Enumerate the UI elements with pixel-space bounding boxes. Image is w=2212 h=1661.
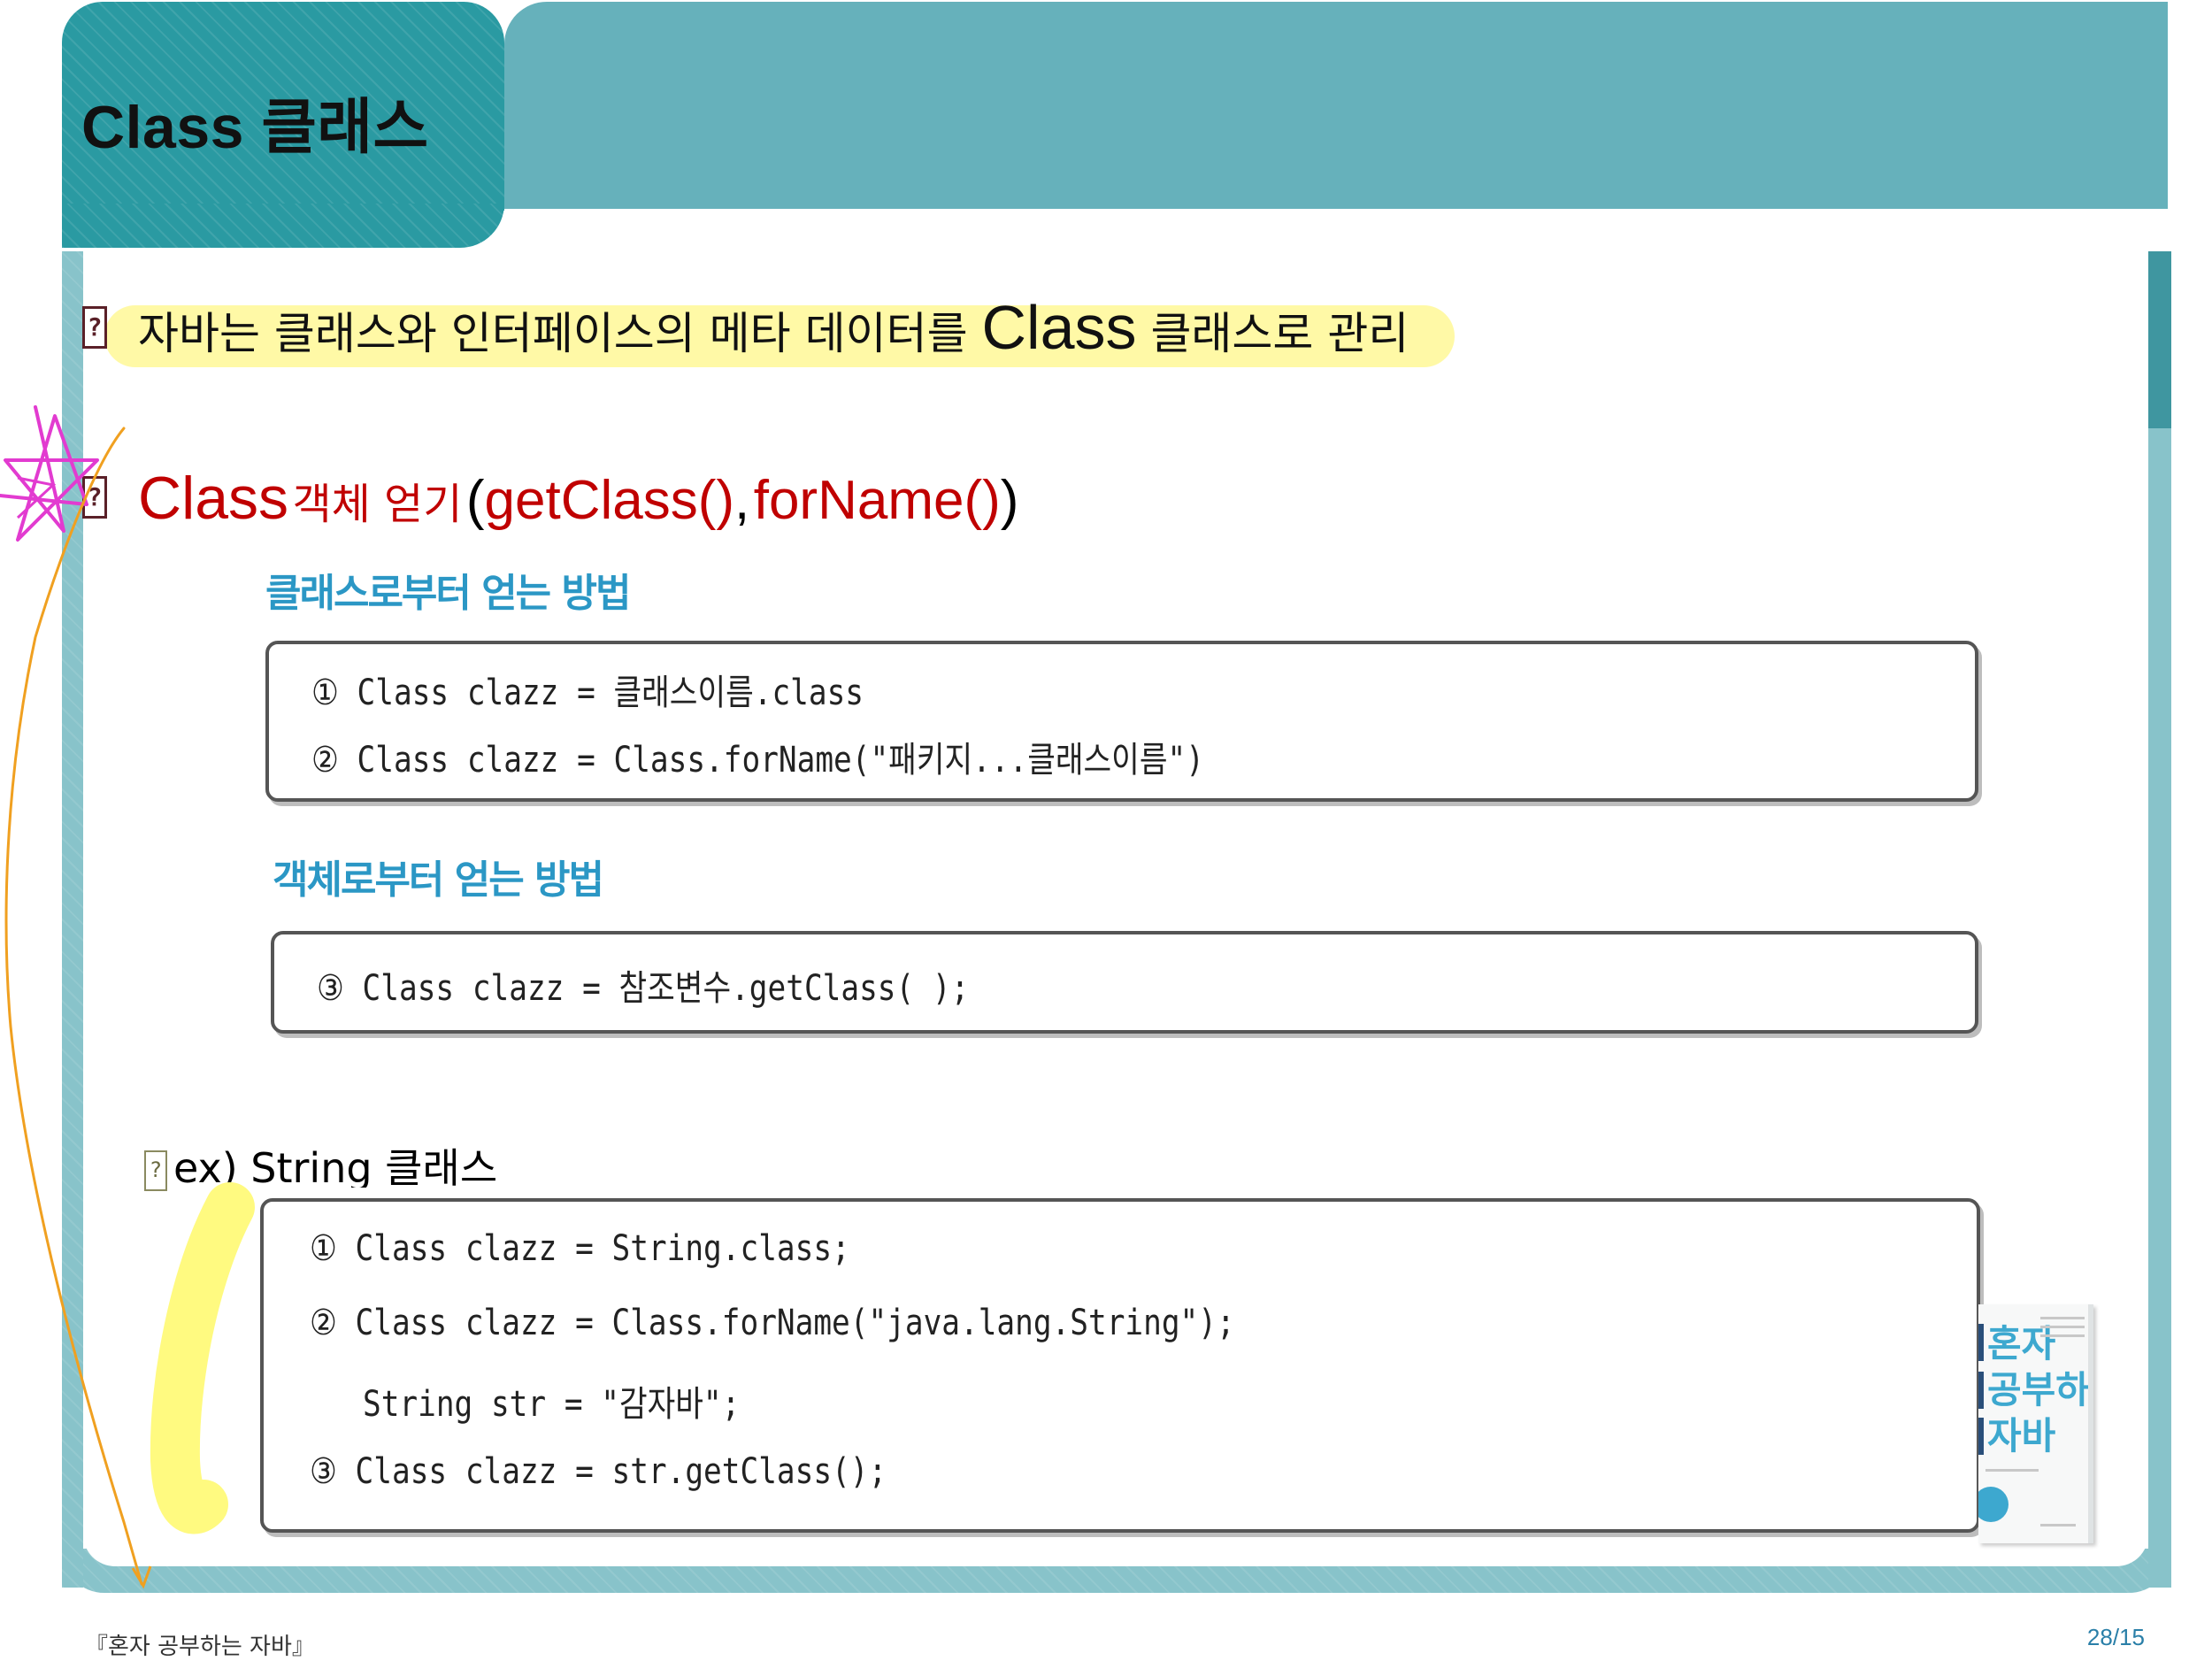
code-text: Class clazz = String.class;	[355, 1228, 850, 1269]
cover-title-line: 공부하는	[1987, 1368, 2090, 1411]
book-cover-thumbnail: 혼자 공부하는 자바	[1978, 1304, 2093, 1543]
example-label: ex) String 클래스	[173, 1144, 498, 1188]
frame-left	[62, 251, 83, 1588]
code-box-from-class: ① Class clazz = 클래스이름.class ② Class claz…	[265, 641, 1978, 802]
code-text: Class clazz = 클래스이름.class	[357, 673, 864, 713]
cover-bar	[1978, 1324, 1984, 1361]
line-number-badge: ③	[317, 968, 344, 1009]
comma: ,	[734, 470, 750, 531]
cover-fine-print	[2040, 1334, 2085, 1337]
code-line: ① Class clazz = String.class;	[310, 1228, 850, 1269]
method-getclass: getClass()	[484, 470, 735, 531]
cover-fine-print	[1985, 1469, 2039, 1472]
pink-star-tail	[16, 476, 57, 519]
class-word: Class	[138, 465, 289, 532]
frame-right	[2148, 251, 2171, 1588]
code-text: Class clazz = str.getClass();	[355, 1451, 887, 1492]
bullet-text-after: 클래스로 관리	[1150, 308, 1409, 359]
code-box-from-object: ③ Class clazz = 참조변수.getClass( );	[271, 931, 1978, 1034]
line-number-badge: ②	[311, 740, 339, 781]
subheading-from-object: 객체로부터 얻는 방법	[273, 857, 604, 903]
method-forname: forName()	[753, 470, 1001, 531]
bullet-marker-icon: ?	[82, 476, 107, 519]
code-line: ② Class clazz = Class.forName("패키지...클래스…	[311, 731, 1204, 782]
subheading-from-class: 클래스로부터 얻는 방법	[265, 571, 631, 616]
bullet-text-before: 자바는 클래스와 인터페이스의 메타 데이터를	[138, 308, 968, 359]
code-line: ③ Class clazz = 참조변수.getClass( );	[317, 959, 969, 1011]
footer-page-number: 28/15	[2086, 1624, 2145, 1650]
cover-title-line: 혼자	[1987, 1322, 2056, 1365]
line-number-badge: ②	[310, 1303, 337, 1343]
code-text: Class clazz = Class.forName("패키지...클래스이름…	[357, 740, 1204, 781]
bullet-marker-icon: ?	[144, 1150, 167, 1191]
line-number-badge: ③	[310, 1451, 337, 1492]
line-number-badge: ①	[310, 1228, 337, 1269]
cover-badge	[1978, 1487, 2008, 1522]
cover-fine-print	[2040, 1317, 2085, 1319]
line-number-badge: ①	[311, 673, 339, 713]
close-paren: )	[1000, 470, 1019, 531]
slide-title: Class 클래스	[81, 94, 429, 161]
bullet-text-emphasis: Class	[981, 293, 1137, 362]
code-line: ① Class clazz = 클래스이름.class	[311, 664, 864, 715]
cover-fine-print	[2040, 1524, 2076, 1526]
cover-title-line: 자바	[1987, 1414, 2056, 1457]
code-box-example: ① Class clazz = String.class; ② Class cl…	[260, 1198, 1980, 1533]
cover-bar	[1978, 1418, 1984, 1455]
header-bar	[504, 2, 2168, 209]
footer-book-title: 『혼자 공부하는 자바』	[85, 1634, 315, 1660]
code-line: String str = "감자바";	[363, 1375, 740, 1426]
code-text: Class clazz = 참조변수.getClass( );	[362, 968, 970, 1009]
code-line: ② Class clazz = Class.forName("java.lang…	[310, 1303, 1235, 1343]
bullet-marker-icon: ?	[82, 306, 107, 349]
code-line: ③ Class clazz = str.getClass();	[310, 1451, 887, 1492]
bullet-get-class-line: Class 객체 얻기 (getClass(), forName())	[138, 458, 1018, 538]
bullet-middle-text: 객체 얻기	[292, 480, 463, 529]
bullet-metadata-line: 자바는 클래스와 인터페이스의 메타 데이터를 Class 클래스로 관리	[138, 292, 1409, 363]
code-text: Class clazz = Class.forName("java.lang.S…	[355, 1303, 1235, 1343]
header-tab-curve	[62, 204, 504, 248]
open-paren: (	[465, 470, 485, 531]
code-text: String str = "감자바";	[363, 1384, 741, 1425]
cover-bar	[1978, 1372, 1984, 1409]
cover-fine-print	[2040, 1326, 2085, 1328]
